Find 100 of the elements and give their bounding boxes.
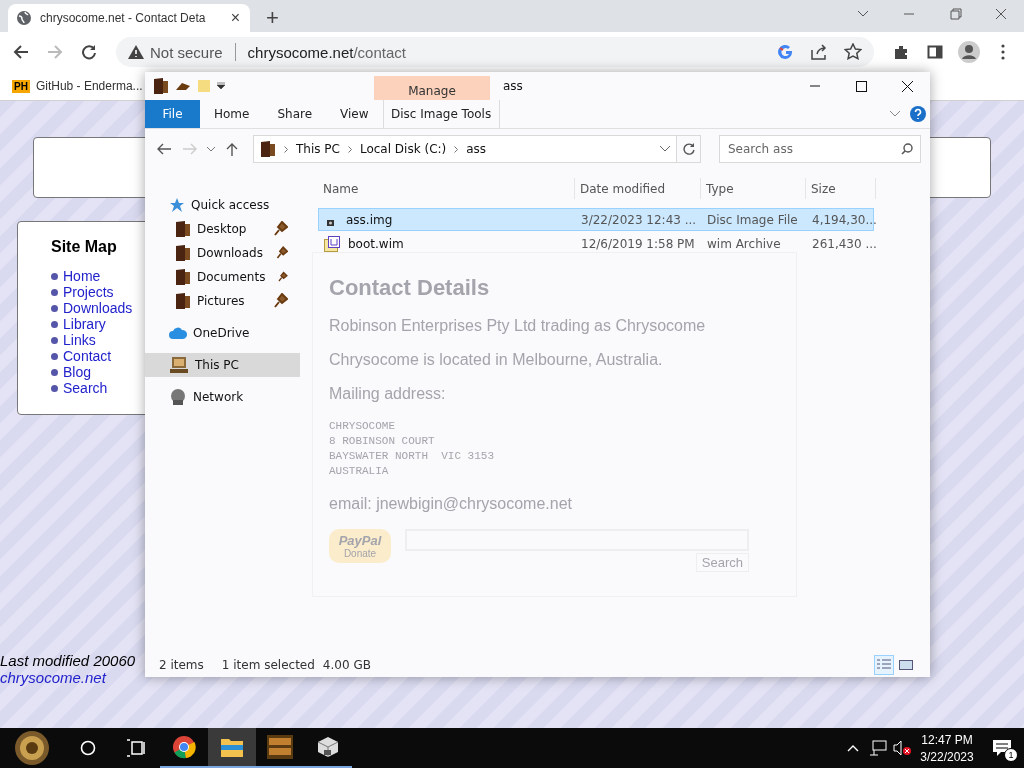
- pin-icon[interactable]: [274, 245, 288, 261]
- file-row[interactable]: boot.wim 12/6/2019 1:58 PM wim Archive 261,430 ...: [318, 232, 874, 255]
- clock-time[interactable]: 12:47 PM: [921, 732, 973, 747]
- address-bar[interactable]: Not secure chrysocome.net/contact: [116, 37, 874, 67]
- site-map-link[interactable]: Blog: [63, 364, 92, 380]
- file-type: wim Archive: [706, 236, 782, 251]
- package-icon[interactable]: [316, 736, 340, 759]
- bullet-icon: [51, 304, 58, 312]
- star-icon: [169, 197, 185, 213]
- site-map-link[interactable]: Home: [63, 268, 101, 284]
- folder-icon[interactable]: [220, 736, 244, 759]
- dropdown-caret-icon[interactable]: [217, 82, 225, 90]
- faded-heading: Contact Details: [329, 275, 491, 301]
- bullet-icon: [51, 320, 58, 328]
- search-field[interactable]: Search ass: [719, 135, 921, 163]
- up-icon[interactable]: [226, 142, 238, 156]
- refresh-icon[interactable]: [682, 143, 695, 155]
- ribbon-tab[interactable]: View: [326, 100, 383, 128]
- breadcrumb[interactable]: ass: [466, 142, 487, 156]
- recent-locations-icon[interactable]: [207, 146, 215, 152]
- ribbon-tab[interactable]: Disc Image Tools: [382, 100, 500, 128]
- app-icon[interactable]: [267, 735, 293, 760]
- column-header[interactable]: Date modified: [575, 178, 701, 199]
- site-map-link[interactable]: Library: [63, 316, 106, 332]
- selection-count: 1 item selected: [221, 658, 315, 672]
- ribbon-tab[interactable]: File: [145, 100, 200, 128]
- site-map-link[interactable]: Contact: [63, 348, 112, 364]
- column-header[interactable]: Name: [318, 178, 575, 199]
- site-map-title: Site Map: [51, 238, 117, 256]
- column-header[interactable]: Type: [701, 178, 806, 199]
- bookmark-link[interactable]: GitHub - Enderma...: [35, 79, 143, 93]
- nav-item[interactable]: Desktop: [145, 217, 300, 241]
- breadcrumb[interactable]: Local Disk (C:): [359, 142, 447, 156]
- file-row[interactable]: ass.img 3/22/2023 12:43 ... Disc Image File 4,194,30...: [318, 208, 874, 231]
- site-map-link[interactable]: Links: [63, 332, 96, 348]
- faded-address-line: CHRYSOCOME: [329, 419, 396, 434]
- chevron-down-icon[interactable]: [660, 146, 670, 152]
- clock-date[interactable]: 3/22/2023: [920, 749, 974, 764]
- tab-title: chrysocome.net - Contact Deta: [40, 11, 207, 25]
- breadcrumb[interactable]: This PC: [296, 142, 340, 156]
- google-icon[interactable]: [778, 44, 794, 60]
- bookmark-star-icon[interactable]: [844, 43, 862, 61]
- disc-file-icon: [327, 219, 334, 226]
- pin-icon[interactable]: [272, 293, 288, 309]
- chevron-up-icon[interactable]: [847, 744, 859, 753]
- nav-item[interactable]: OneDrive: [145, 321, 300, 345]
- back-icon[interactable]: [13, 44, 29, 60]
- reload-icon[interactable]: [81, 44, 97, 60]
- search-icon[interactable]: [80, 740, 96, 757]
- bullet-icon: [51, 272, 58, 280]
- date-modified: 3/22/2023 12:43 ...: [580, 212, 698, 227]
- chevron-right-icon[interactable]: [284, 145, 288, 153]
- site-map-link[interactable]: Projects: [63, 284, 114, 300]
- folder-icon: [175, 220, 191, 238]
- chevron-down-icon[interactable]: [890, 111, 900, 117]
- nav-item[interactable]: Network: [145, 385, 300, 409]
- network-icon: [169, 388, 187, 406]
- new-tab-button[interactable]: +: [262, 7, 283, 29]
- nav-item[interactable]: Documents: [145, 265, 300, 289]
- pin-icon[interactable]: [272, 221, 288, 237]
- nav-item[interactable]: Quick access: [145, 193, 300, 217]
- site-map-link[interactable]: Downloads: [63, 300, 133, 316]
- profile-icon[interactable]: [958, 41, 980, 63]
- search-icon[interactable]: [901, 143, 913, 155]
- folder-icon: [175, 268, 191, 286]
- help-icon[interactable]: [910, 106, 926, 122]
- ribbon-tab[interactable]: Share: [263, 100, 327, 128]
- extensions-icon[interactable]: [893, 44, 909, 60]
- chevron-right-icon[interactable]: [454, 145, 459, 153]
- network-icon[interactable]: [869, 740, 887, 757]
- nav-item[interactable]: Downloads: [145, 241, 300, 265]
- share-icon[interactable]: [810, 44, 828, 60]
- back-icon[interactable]: [157, 143, 171, 155]
- side-panel-icon[interactable]: [927, 44, 943, 60]
- volume-muted-icon[interactable]: [893, 740, 911, 757]
- task-view-icon[interactable]: [126, 739, 146, 758]
- column-header[interactable]: Size: [806, 178, 876, 199]
- computer-icon: [169, 356, 189, 374]
- browser-tab[interactable]: chrysocome.net - Contact Deta ×: [8, 4, 250, 32]
- archive-file-icon: [324, 235, 340, 252]
- chevron-right-icon[interactable]: [347, 145, 352, 153]
- address-bar[interactable]: This PC Local Disk (C:) ass: [253, 135, 677, 163]
- folder-icon[interactable]: [153, 77, 169, 95]
- start-icon[interactable]: [12, 730, 52, 767]
- faded-paragraph: Chrysocome is located in Melbourne, Australia.: [329, 351, 664, 369]
- close-icon[interactable]: [901, 80, 913, 92]
- nav-item[interactable]: Pictures: [145, 289, 300, 313]
- ribbon-tab[interactable]: Home: [200, 100, 264, 128]
- chrome-icon[interactable]: [172, 735, 196, 760]
- menu-icon[interactable]: [1001, 44, 1005, 60]
- tab-close-button[interactable]: ×: [228, 9, 242, 27]
- folder-icon: [175, 244, 191, 262]
- nav-item[interactable]: This PC: [145, 353, 300, 377]
- bullet-icon: [51, 384, 58, 392]
- item-count: 2 items: [159, 658, 204, 672]
- faded-address-line: 8 ROBINSON COURT: [329, 434, 436, 449]
- maximize-icon[interactable]: [855, 80, 867, 92]
- site-map-link[interactable]: Search: [63, 380, 108, 396]
- file-name: boot.wim: [348, 236, 404, 251]
- site-link[interactable]: chrysocome.net: [0, 669, 106, 687]
